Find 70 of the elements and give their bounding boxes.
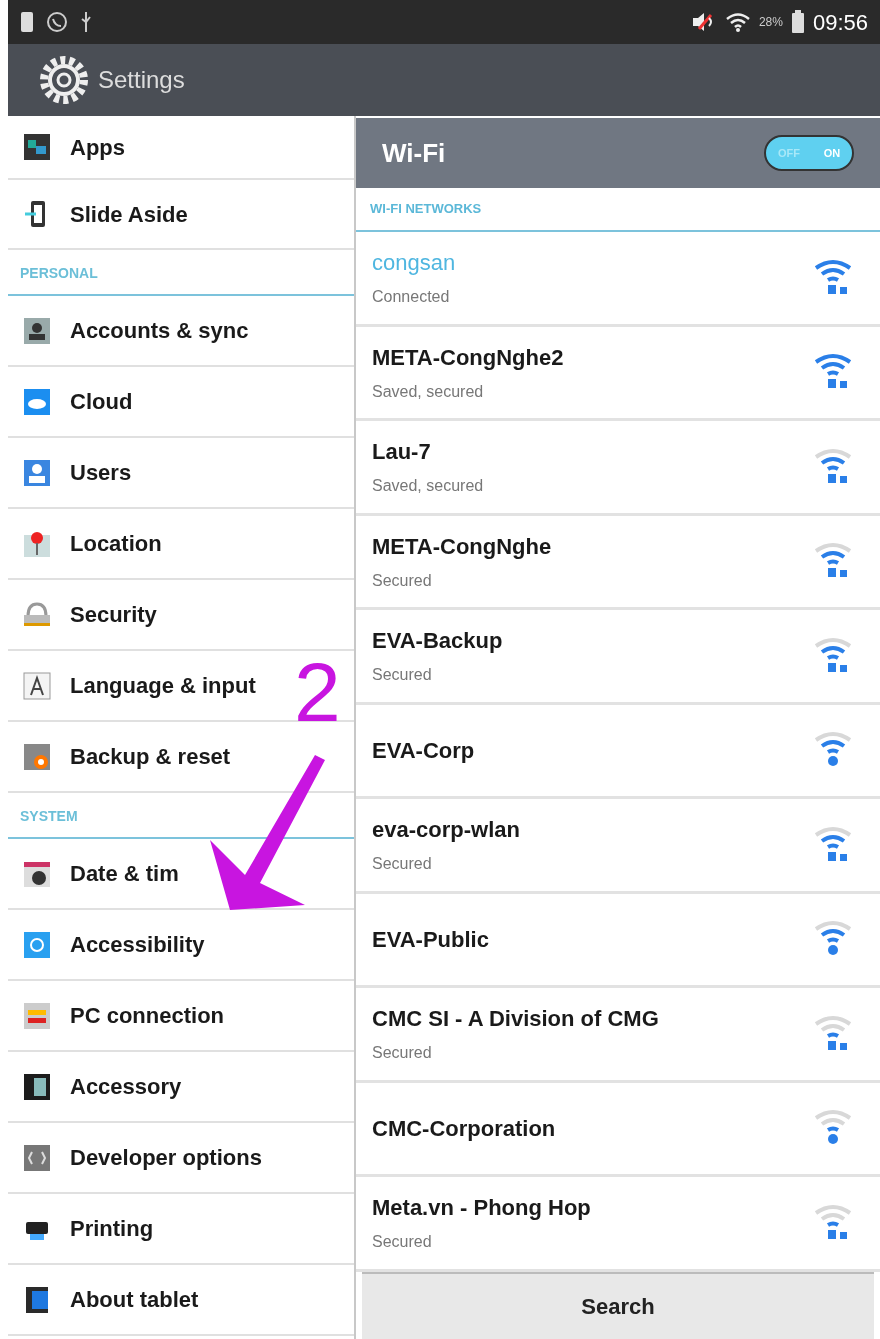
settings-item[interactable]: PC connection [70,999,224,1032]
section-header: WI-FI NETWORKS [370,200,482,219]
battery-percent: 28% [758,14,783,31]
network-name: CMC-Corporation [372,1114,556,1143]
section-header: PERSONAL [20,264,98,283]
network-item[interactable]: Lau-7 Saved, secured [356,421,880,516]
sd-card-icon [20,11,34,33]
network-status: Saved, secured [372,476,484,497]
battery-icon [790,10,805,34]
network-name: eva-corp-wlan [372,816,520,845]
settings-item[interactable]: Cloud [70,385,133,418]
setting-icon [22,457,52,488]
settings-item[interactable]: Date & tim [70,857,179,890]
settings-item[interactable]: Developer options [70,1141,262,1174]
setting-icon [22,741,52,772]
network-name: congsan [372,249,456,278]
network-item[interactable]: EVA-Corp [356,704,880,799]
app-title: Settings [98,65,185,95]
network-item[interactable]: EVA-Public [356,893,880,988]
settings-item[interactable]: Accessibility [70,928,205,961]
section-header: SYSTEM [20,807,78,826]
setting-icon [22,929,52,960]
settings-item[interactable]: Accessory [70,1070,182,1103]
settings-item[interactable]: About tablet [70,1283,199,1316]
setting-icon [22,1142,52,1173]
network-name: META-CongNghe [372,532,552,561]
wifi-title: Wi-Fi [382,136,446,170]
network-name: Lau-7 [372,438,432,467]
settings-item[interactable]: Slide Aside [70,197,188,231]
wifi-icon [724,11,751,33]
network-status: Secured [372,570,433,591]
network-name: EVA-Corp [372,736,475,765]
annotation-number: 2 [294,650,341,734]
network-name: EVA-Public [372,925,489,954]
settings-item[interactable]: Language & input [70,669,256,702]
phone-circle-icon [46,11,68,33]
setting-icon [22,1000,52,1031]
settings-item[interactable]: Backup & reset [70,740,231,773]
clock-time: 09:56 [812,8,868,37]
network-item[interactable]: META-CongNghe2 Saved, secured [356,326,880,421]
settings-item[interactable]: Security [70,598,157,631]
settings-item[interactable]: Accounts & sync [70,314,249,347]
setting-icon [22,315,52,346]
settings-icon [38,54,90,106]
network-item[interactable]: EVA-Backup Secured [356,610,880,705]
network-status: Secured [372,665,433,686]
settings-item[interactable]: Printing [70,1212,154,1245]
usb-icon [80,11,92,33]
setting-icon [22,132,52,162]
setting-icon [22,1071,52,1102]
setting-icon [22,386,52,417]
search-button[interactable]: Search [362,1271,874,1339]
settings-item[interactable]: Apps [70,130,125,164]
network-status: Connected [372,287,451,308]
network-item[interactable]: META-CongNghe Secured [356,515,880,610]
network-item[interactable]: congsan Connected [356,232,880,327]
network-item[interactable]: eva-corp-wlan Secured [356,799,880,894]
network-item[interactable]: CMC-Corporation [356,1082,880,1177]
network-name: META-CongNghe2 [372,343,564,372]
network-status: Secured [372,1232,433,1253]
settings-item[interactable]: Location [70,527,162,560]
settings-item[interactable]: Users [70,456,132,489]
network-status: Secured [372,1043,433,1064]
network-name: EVA-Backup [372,627,503,656]
network-name: Meta.vn - Phong Hop [372,1194,591,1223]
setting-icon [22,670,52,701]
network-name: CMC SI - A Division of CMG [372,1005,659,1034]
network-status: Saved, secured [372,381,485,402]
network-item[interactable]: CMC SI - A Division of CMG Secured [356,988,880,1083]
network-status: Secured [372,854,433,875]
